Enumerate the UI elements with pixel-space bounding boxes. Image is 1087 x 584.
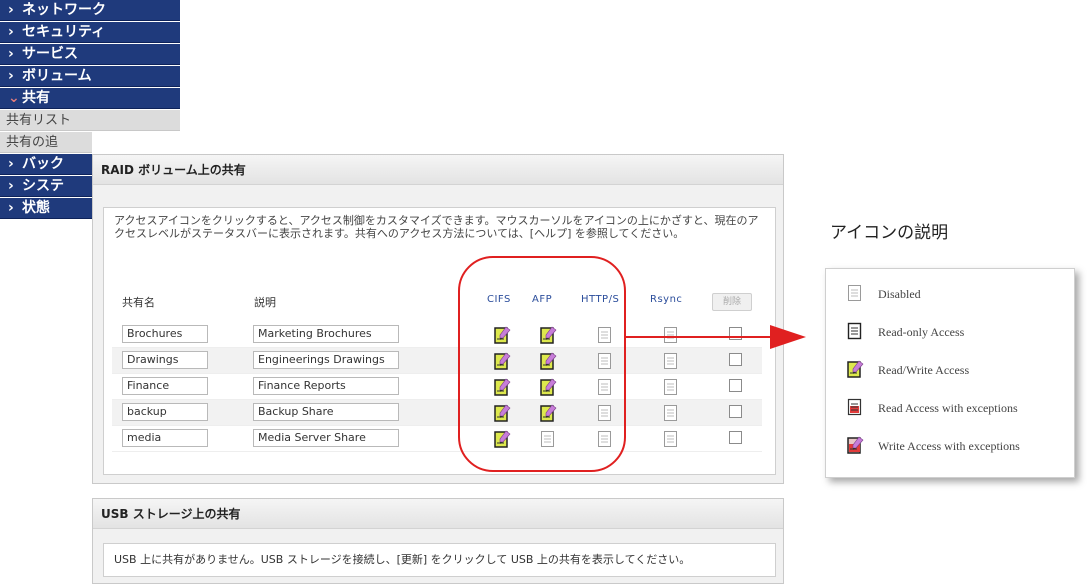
legend-label: Read Access with exceptions (878, 401, 1018, 415)
legend-item: Write Access with exceptions (846, 435, 1071, 459)
sidebar-item-label: 共有 (22, 90, 50, 106)
rsync-disabled-access-icon[interactable] (662, 351, 680, 371)
read-write-access-icon (846, 359, 864, 379)
sidebar-item-label: ネットワーク (22, 2, 106, 18)
write-access-exceptions-icon (846, 435, 864, 455)
intro-text: アクセスアイコンをクリックすると、アクセス制御をカスタマイズできます。マウスカー… (114, 214, 759, 240)
delete-button[interactable]: 削除 (712, 293, 752, 311)
sidebar-item-label: バック (22, 156, 64, 172)
legend-label: Disabled (878, 287, 921, 301)
share-description-field[interactable]: Marketing Brochures (253, 325, 399, 343)
col-header-description: 説明 (254, 296, 276, 309)
raid-section-title: RAID ボリューム上の共有 (93, 155, 783, 185)
sidebar-item-items_after-0[interactable]: › バック (0, 154, 92, 175)
table-row: Drawings Engineerings Drawings (112, 348, 762, 374)
raid-shares-panel: RAID ボリューム上の共有 アクセスアイコンをクリックすると、アクセス制御をカ… (92, 154, 784, 484)
sidebar-item-items-1[interactable]: › セキュリティ (0, 22, 180, 43)
chevron-right-icon: › (8, 46, 14, 62)
delete-checkbox[interactable] (729, 431, 742, 444)
table-row: backup Backup Share (112, 400, 762, 426)
afp-read-write-access-icon[interactable] (539, 403, 557, 423)
table-row: Brochures Marketing Brochures (112, 322, 762, 348)
sidebar-item-items-0[interactable]: › ネットワーク (0, 0, 180, 21)
legend-title: アイコンの説明 (830, 223, 949, 243)
chevron-right-icon: › (8, 200, 14, 216)
http-disabled-access-icon[interactable] (596, 403, 614, 423)
cifs-read-write-access-icon[interactable] (493, 325, 511, 345)
raid-shares-box: アクセスアイコンをクリックすると、アクセス制御をカスタマイズできます。マウスカー… (103, 207, 776, 475)
afp-read-write-access-icon[interactable] (539, 377, 557, 397)
sidebar-item-items_after-2[interactable]: › 状態 (0, 198, 92, 219)
share-name-field[interactable]: Drawings (122, 351, 208, 369)
share-name-field[interactable]: media (122, 429, 208, 447)
sidebar-item-label: ボリューム (22, 68, 92, 84)
sidebar-item-items-3[interactable]: › ボリューム (0, 66, 180, 87)
cifs-read-write-access-icon[interactable] (493, 403, 511, 423)
chevron-right-icon: › (8, 2, 14, 18)
share-name-field[interactable]: Finance (122, 377, 208, 395)
usb-section-title: USB ストレージ上の共有 (93, 499, 783, 529)
sidebar-item-items-2[interactable]: › サービス (0, 44, 180, 65)
cifs-read-write-access-icon[interactable] (493, 429, 511, 449)
col-header-http: HTTP/S (581, 294, 620, 305)
http-disabled-access-icon[interactable] (596, 325, 614, 345)
sidebar-subitem-1[interactable]: 共有の追 (0, 132, 92, 153)
disabled-access-icon (846, 283, 864, 303)
afp-read-write-access-icon[interactable] (539, 325, 557, 345)
legend-item: Read/Write Access (846, 359, 1071, 383)
table-row: media Media Server Share (112, 426, 762, 452)
legend-item: Read-only Access (846, 321, 1071, 345)
rsync-disabled-access-icon[interactable] (662, 403, 680, 423)
col-header-cifs: CIFS (487, 294, 511, 305)
share-description-field[interactable]: Media Server Share (253, 429, 399, 447)
delete-checkbox[interactable] (729, 327, 742, 340)
share-name-field[interactable]: Brochures (122, 325, 208, 343)
col-header-afp: AFP (532, 294, 553, 305)
legend-label: Read-only Access (878, 325, 965, 339)
chevron-right-icon: › (8, 156, 14, 172)
sidebar-item-items_after-1[interactable]: › システ (0, 176, 92, 197)
legend-box: Disabled Read-only Access Read/Write Acces… (825, 268, 1075, 478)
legend-item: Disabled (846, 283, 1071, 307)
delete-checkbox[interactable] (729, 405, 742, 418)
read-access-exceptions-icon (846, 397, 864, 417)
share-description-field[interactable]: Backup Share (253, 403, 399, 421)
http-disabled-access-icon[interactable] (596, 377, 614, 397)
delete-checkbox[interactable] (729, 379, 742, 392)
rsync-disabled-access-icon[interactable] (662, 377, 680, 397)
chevron-right-icon: › (8, 178, 14, 194)
sidebar-item-items-4[interactable]: ⌄ 共有 (0, 88, 180, 109)
col-header-rsync: Rsync (650, 294, 683, 305)
afp-read-write-access-icon[interactable] (539, 351, 557, 371)
http-disabled-access-icon[interactable] (596, 351, 614, 371)
afp-disabled-access-icon[interactable] (539, 429, 557, 449)
sidebar-item-label: セキュリティ (22, 24, 106, 40)
cifs-read-write-access-icon[interactable] (493, 351, 511, 371)
chevron-right-icon: › (8, 24, 14, 40)
cifs-read-write-access-icon[interactable] (493, 377, 511, 397)
sidebar-item-label: 状態 (22, 200, 50, 216)
delete-checkbox[interactable] (729, 353, 742, 366)
http-disabled-access-icon[interactable] (596, 429, 614, 449)
chevron-down-icon: ⌄ (8, 90, 20, 106)
legend-item: Read Access with exceptions (846, 397, 1071, 421)
share-description-field[interactable]: Engineerings Drawings (253, 351, 399, 369)
rsync-disabled-access-icon[interactable] (662, 325, 680, 345)
col-header-share-name: 共有名 (122, 296, 155, 309)
legend-label: Read/Write Access (878, 363, 970, 377)
chevron-right-icon: › (8, 68, 14, 84)
share-name-field[interactable]: backup (122, 403, 208, 421)
table-row: Finance Finance Reports (112, 374, 762, 400)
read-only-access-icon (846, 321, 864, 341)
share-description-field[interactable]: Finance Reports (253, 377, 399, 395)
legend-label: Write Access with exceptions (878, 439, 1020, 453)
sidebar-subitem-0[interactable]: 共有リスト (0, 110, 180, 131)
sidebar-item-label: サービス (22, 46, 78, 62)
usb-empty-message: USB 上に共有がありません。USB ストレージを接続し、[更新] をクリックし… (103, 543, 776, 577)
rsync-disabled-access-icon[interactable] (662, 429, 680, 449)
sidebar-item-label: システ (22, 178, 64, 194)
usb-shares-panel: USB ストレージ上の共有 USB 上に共有がありません。USB ストレージを接… (92, 498, 784, 584)
